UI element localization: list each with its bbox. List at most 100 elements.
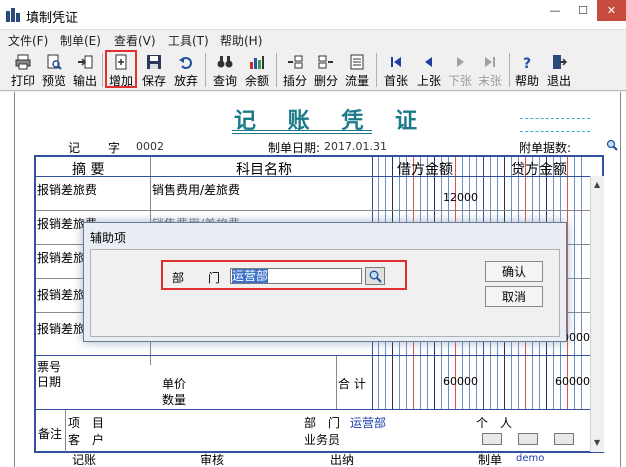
first-button[interactable]: 首张 (381, 51, 411, 89)
delete-row-label: 删分 (313, 74, 338, 88)
last-page-icon (485, 57, 495, 67)
save-icon (147, 55, 161, 69)
printer-icon (15, 54, 31, 70)
delete-row-icon (318, 55, 333, 69)
doc-left-border (14, 92, 15, 467)
export-button[interactable]: 输出 (71, 51, 99, 89)
menu-tools[interactable]: 工具(T) (168, 32, 209, 49)
row-summary[interactable]: 报销差旅费 (37, 181, 97, 198)
discard-button[interactable]: 放弃 (171, 51, 201, 89)
menu-view[interactable]: 查看(V) (114, 32, 156, 49)
menu-bar: 文件(F) 制单(E) 查看(V) 工具(T) 帮助(H) (0, 30, 626, 49)
first-label: 首张 (383, 74, 408, 88)
cashflow-button[interactable]: 流量 (343, 51, 371, 89)
toolbar-separator (509, 53, 510, 87)
maker-value: demo (516, 453, 545, 464)
export-icon (78, 55, 93, 69)
reviewer-label: 审核 (200, 453, 225, 467)
close-icon: ✕ (606, 4, 617, 17)
close-button[interactable]: ✕ (597, 0, 626, 21)
discard-label: 放弃 (173, 74, 198, 88)
title-bar: 填制凭证 — ☐ ✕ (0, 0, 626, 30)
scroll-down-icon[interactable]: ▼ (594, 438, 600, 447)
last-button[interactable]: 末张 (476, 51, 504, 89)
prev-label: 上张 (416, 74, 441, 88)
header-credit: 贷方金额 (511, 162, 567, 178)
binoculars-icon (217, 56, 233, 68)
department-value[interactable]: 运营部 (350, 414, 386, 431)
insert-row-icon (288, 55, 303, 69)
menu-edit[interactable]: 制单(E) (60, 32, 101, 49)
export-label: 输出 (72, 74, 97, 88)
cashflow-icon (350, 54, 364, 70)
maximize-button[interactable]: ☐ (569, 0, 597, 21)
voucher-number-label: 字 (108, 141, 121, 155)
exit-icon (553, 55, 567, 69)
dashed-rule (520, 118, 590, 119)
row-summary[interactable]: 报销差旅 (37, 286, 85, 303)
notes-icon-button[interactable] (554, 433, 574, 445)
menu-help[interactable]: 帮助(H) (220, 32, 262, 49)
first-page-icon (391, 57, 401, 67)
row-summary[interactable]: 报销差旅 (37, 249, 85, 266)
svg-text:?: ? (523, 56, 531, 70)
customer-label: 客 户 (68, 433, 105, 447)
doc-right-border (620, 92, 621, 467)
confirm-button[interactable]: 确认 (485, 261, 543, 282)
notes-icon-button[interactable] (482, 433, 502, 445)
app-icon (6, 8, 20, 22)
insert-row-button[interactable]: 插分 (281, 51, 309, 89)
individual-label: 个 人 (476, 416, 513, 430)
notes-icon-button[interactable] (518, 433, 538, 445)
grid-line (36, 176, 590, 177)
department-input[interactable]: 运营部 (230, 268, 362, 284)
salesperson-label: 业务员 (304, 433, 341, 447)
voucher-type[interactable]: 记 (68, 139, 80, 156)
grid-scrollbar[interactable]: ▲ ▼ (590, 176, 604, 452)
dialog-dept-label: 部 门 (172, 271, 221, 285)
header-summary: 摘 要 (72, 162, 105, 178)
delete-row-button[interactable]: 删分 (312, 51, 340, 89)
dialog-title: 辅助项 (90, 231, 127, 245)
prev-button[interactable]: 上张 (414, 51, 444, 89)
row-account[interactable]: 销售费用/差旅费 (152, 181, 240, 198)
menu-file[interactable]: 文件(F) (8, 32, 48, 49)
grid-line (65, 410, 66, 452)
help-icon: ? (523, 56, 531, 70)
exit-button[interactable]: 退出 (545, 51, 573, 89)
balance-label: 余额 (244, 74, 269, 88)
toolbar-separator (102, 53, 103, 87)
balance-button[interactable]: 余额 (243, 51, 271, 89)
next-button[interactable]: 下张 (446, 51, 474, 89)
row-summary[interactable]: 报销差旅 (37, 320, 85, 337)
department-lookup-button[interactable] (365, 267, 385, 285)
total-debit: 60000 (443, 375, 478, 388)
preview-button[interactable]: 预览 (40, 51, 68, 89)
toolbar-separator (276, 53, 277, 87)
save-button[interactable]: 保存 (140, 51, 168, 89)
prev-page-icon (425, 57, 432, 67)
cancel-button[interactable]: 取消 (485, 286, 543, 307)
query-button[interactable]: 查询 (210, 51, 240, 89)
notes-label: 备注 (38, 427, 63, 441)
auxiliary-dialog: 辅助项 部 门 运营部 确认 取消 (83, 222, 567, 342)
preview-label: 预览 (41, 74, 66, 88)
bar-chart-icon (250, 56, 264, 69)
help-button[interactable]: ? 帮助 (513, 51, 541, 89)
minimize-button[interactable]: — (541, 0, 569, 21)
scroll-up-icon[interactable]: ▲ (594, 180, 600, 189)
magnifier-icon (369, 270, 382, 283)
date-value[interactable]: 2017.01.31 (324, 140, 387, 153)
maximize-icon: ☐ (578, 4, 588, 17)
cashflow-label: 流量 (344, 74, 369, 88)
voucher-number[interactable]: 0002 (136, 140, 164, 153)
search-icon[interactable] (606, 139, 618, 151)
grid-line (336, 356, 337, 409)
row-debit[interactable]: 12000 (420, 191, 478, 204)
insert-row-label: 插分 (282, 74, 307, 88)
next-page-icon (457, 57, 464, 67)
project-label: 项 目 (68, 416, 105, 430)
undo-icon (179, 57, 192, 69)
print-button[interactable]: 打印 (9, 51, 37, 89)
bookkeeper-label: 记账 (72, 453, 97, 467)
